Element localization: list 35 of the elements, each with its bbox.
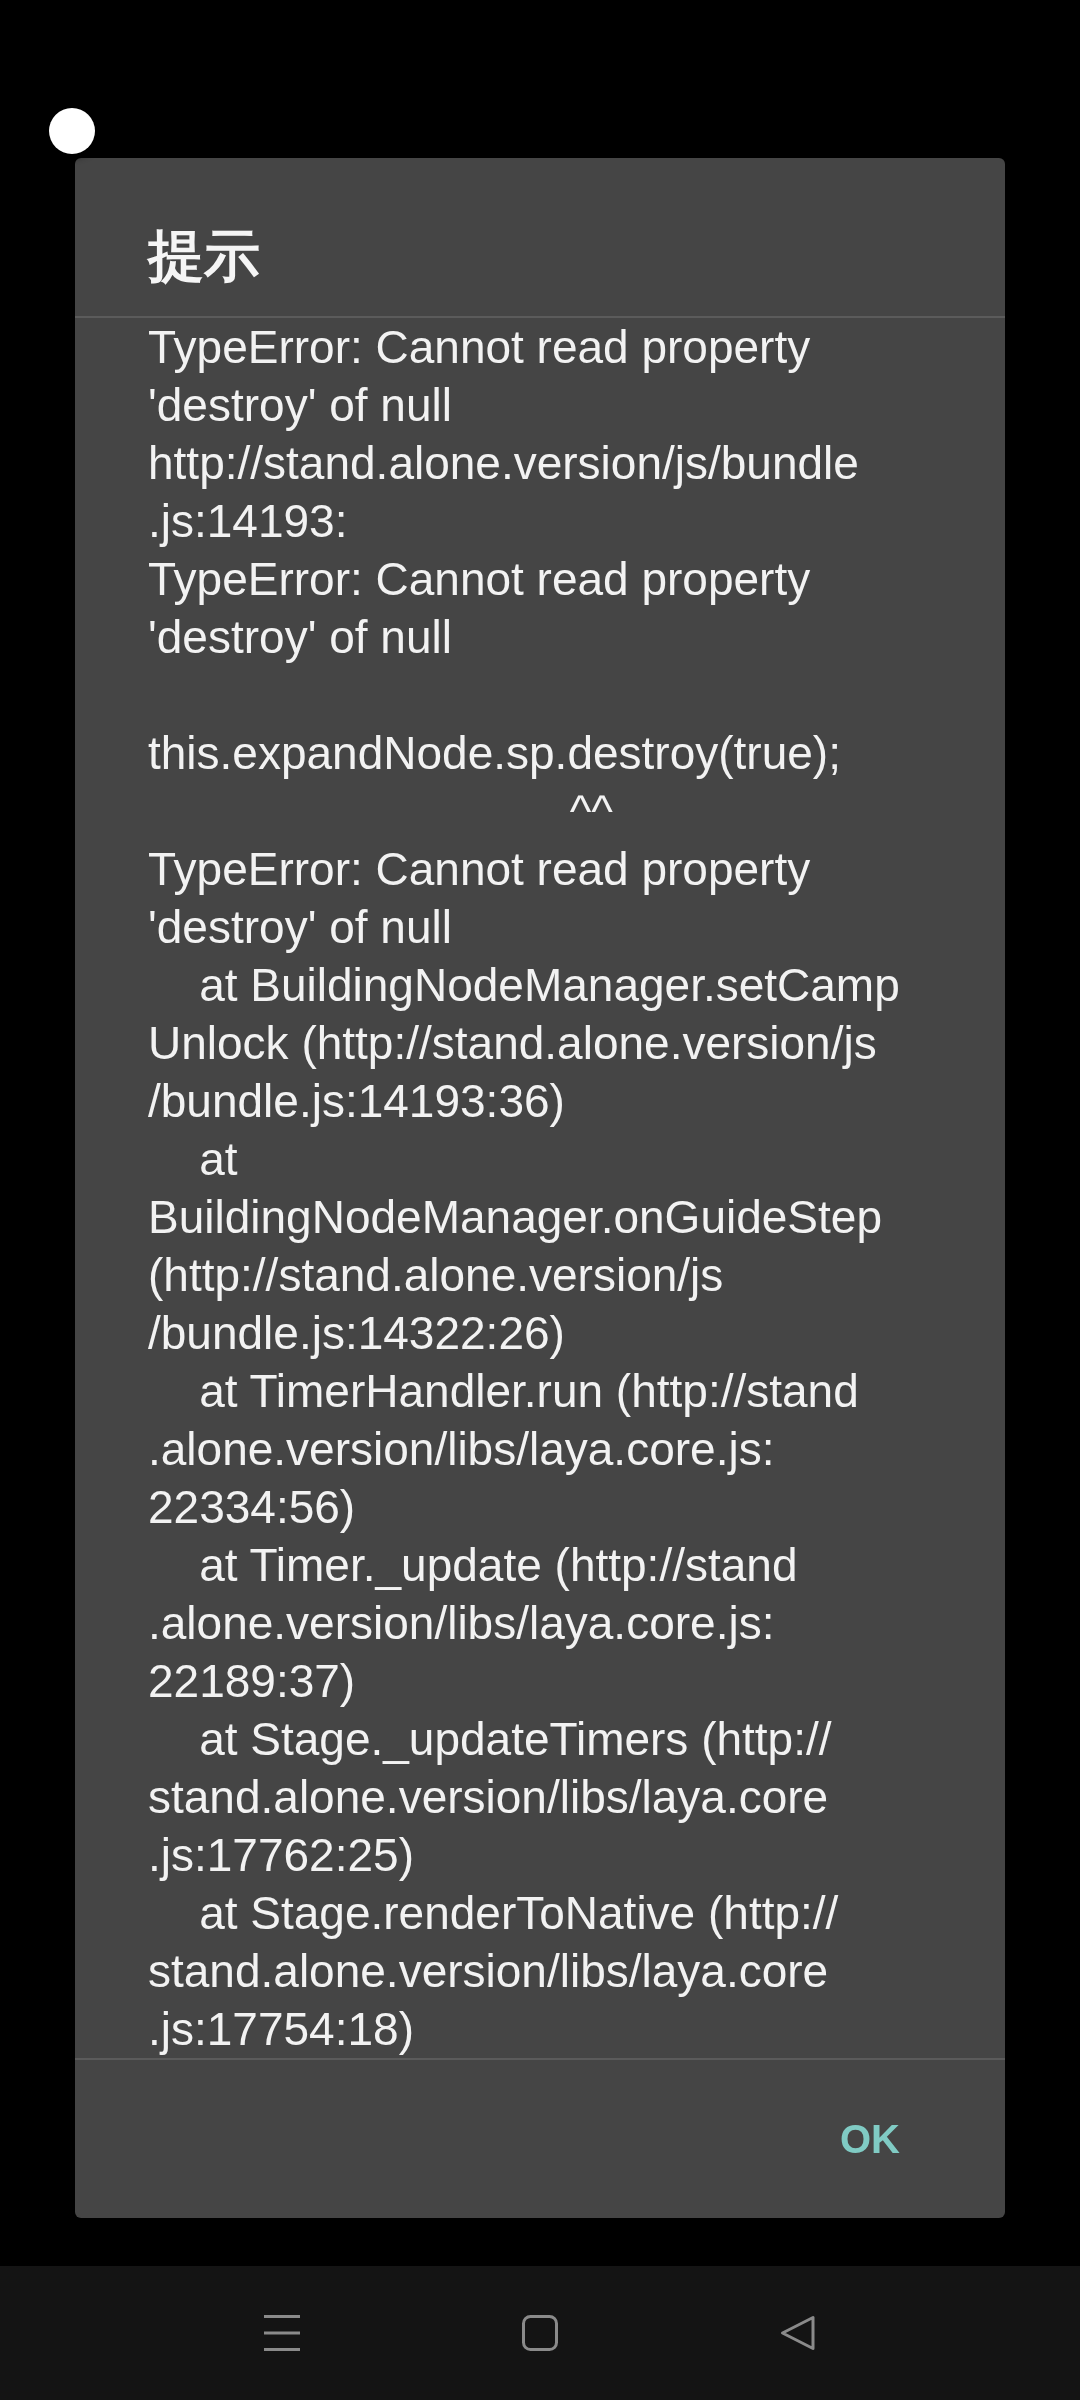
message-line: at Stage._updateTimers (http:// [199,1713,832,1765]
message-line: at BuildingNodeManager.setCamp [199,959,900,1011]
message-line: .alone.version/libs/laya.core.js: [148,1423,775,1475]
message-line: 'destroy' of null [148,901,452,953]
message-line: TypeError: Cannot read property [148,843,811,895]
message-line: Unlock (http://stand.alone.version/js [148,1017,877,1069]
message-line: TypeError: Cannot read property [148,553,811,605]
floating-dot-icon[interactable] [49,108,95,154]
message-line: ^^ [569,785,613,837]
message-line: .js:17762:25) [148,1829,414,1881]
message-line: .js:17754:18) [148,2003,414,2055]
message-line: at [199,1133,238,1185]
message-line: /bundle.js:14322:26) [148,1307,565,1359]
back-icon[interactable] [780,2315,816,2351]
message-line: .alone.version/libs/laya.core.js: [148,1597,775,1649]
message-line: (http://stand.alone.version/js [148,1249,724,1301]
message-line: http://stand.alone.version/js/bundle [148,437,859,489]
message-line: /bundle.js:14193:36) [148,1075,565,1127]
ok-button[interactable]: OK [816,2096,924,2182]
message-line: at Timer._update (http://stand [199,1539,798,1591]
home-icon[interactable] [522,2315,558,2351]
message-line: at TimerHandler.run (http://stand [199,1365,859,1417]
dialog-title: 提示 [148,223,260,288]
menu-icon[interactable] [264,2315,300,2351]
message-line: BuildingNodeManager.onGuideStep [148,1191,882,1243]
message-line: 22334:56) [148,1481,356,1533]
message-line: this.expandNode.sp.destroy(true); [148,727,841,779]
message-line: stand.alone.version/libs/laya.core [148,1945,829,1997]
message-line: at Stage.renderToNative (http:// [199,1887,839,1939]
message-line: TypeError: Cannot read property [148,321,811,373]
message-line: .js:14193: [148,495,348,547]
message-line: 'destroy' of null [148,611,452,663]
message-line: 22189:37) [148,1655,356,1707]
message-line: stand.alone.version/libs/laya.core [148,1771,829,1823]
message-line: 'destroy' of null [148,379,452,431]
